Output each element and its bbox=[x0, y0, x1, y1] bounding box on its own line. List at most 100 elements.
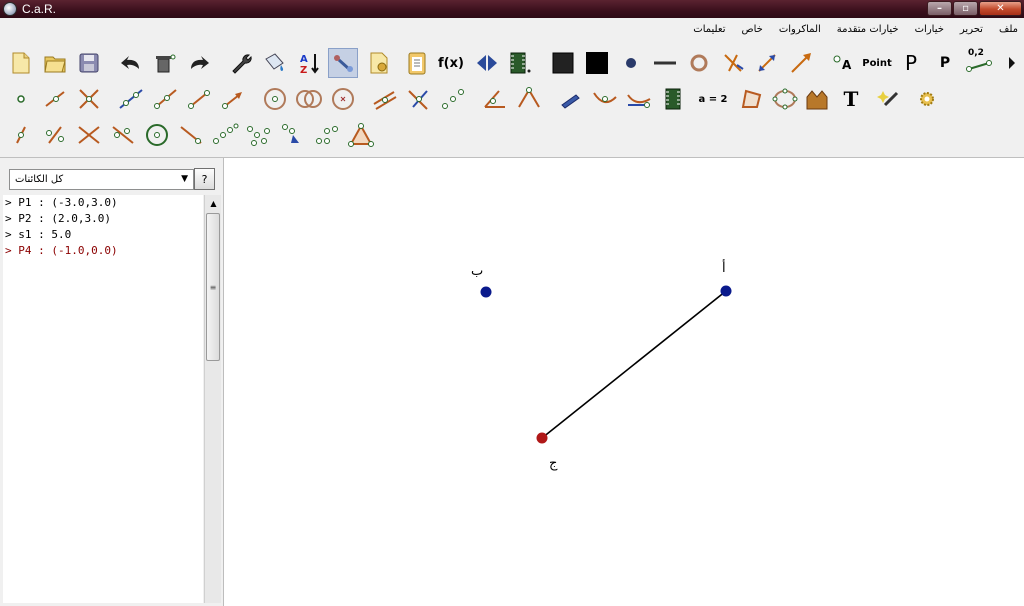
delete-object-icon[interactable] bbox=[150, 48, 180, 78]
paint-bucket-icon[interactable] bbox=[260, 48, 290, 78]
angle-tool-icon[interactable] bbox=[514, 84, 544, 114]
conic-five-points-icon[interactable] bbox=[770, 84, 800, 114]
double-arrow-icon[interactable] bbox=[752, 48, 782, 78]
menu-options[interactable]: خيارات bbox=[915, 24, 944, 35]
parallel-line-icon[interactable] bbox=[370, 84, 400, 114]
segment-two-points-icon[interactable] bbox=[184, 84, 214, 114]
point-name-label-icon[interactable]: Point bbox=[862, 48, 892, 78]
triangle-tool-icon[interactable] bbox=[346, 120, 376, 150]
sort-az-icon[interactable]: AZ bbox=[294, 48, 324, 78]
menu-file[interactable]: ملف bbox=[999, 24, 1018, 35]
object-row-p1[interactable]: > P1 : (-3.0,3.0) bbox=[3, 195, 203, 211]
vector-tool-icon[interactable] bbox=[218, 84, 248, 114]
diagonal-line-icon[interactable] bbox=[176, 120, 206, 150]
gear-settings-icon[interactable] bbox=[912, 84, 942, 114]
intersection-point-icon[interactable] bbox=[74, 84, 104, 114]
close-button[interactable]: ✕ bbox=[979, 1, 1022, 16]
menu-special[interactable]: خاص bbox=[741, 24, 762, 35]
scroll-up-arrow-icon[interactable]: ▲ bbox=[205, 195, 222, 212]
segment-tool-icon[interactable] bbox=[40, 84, 70, 114]
circle-with-point-icon[interactable] bbox=[142, 120, 172, 150]
construction-svg[interactable]: أ ب ج bbox=[225, 158, 1024, 606]
flip-arrows-icon[interactable] bbox=[472, 48, 502, 78]
scroll-thumb[interactable]: ≡ bbox=[206, 213, 220, 361]
chevron-down-icon: ▼ bbox=[181, 174, 188, 184]
segment-s1[interactable] bbox=[541, 290, 727, 439]
point-style-icon[interactable] bbox=[616, 48, 646, 78]
object-row-s1[interactable]: > s1 : 5.0 bbox=[3, 227, 203, 243]
intersection-tool-icon[interactable] bbox=[718, 48, 748, 78]
help-button[interactable]: ? bbox=[194, 168, 215, 190]
track-tool-icon[interactable] bbox=[624, 84, 654, 114]
point-label-a-icon[interactable]: A bbox=[828, 48, 858, 78]
transform-points-icon[interactable] bbox=[278, 120, 308, 150]
polygon-tool-icon[interactable] bbox=[736, 84, 766, 114]
circle-style-icon[interactable] bbox=[684, 48, 714, 78]
undo-icon[interactable] bbox=[116, 48, 146, 78]
expression-a-equals-2-icon[interactable]: a = 2 bbox=[698, 84, 728, 114]
compass-tool-icon[interactable] bbox=[6, 120, 36, 150]
menu-edit[interactable]: تحرير bbox=[960, 24, 983, 35]
title-bar: C.a.R. – ▫ ✕ bbox=[0, 0, 1024, 18]
text-tool-icon[interactable]: T bbox=[836, 84, 866, 114]
large-p-icon[interactable]: P bbox=[896, 48, 926, 78]
macro-settings-icon[interactable] bbox=[364, 48, 394, 78]
animation-film-icon[interactable] bbox=[504, 48, 534, 78]
toolbar: AZ f(x) A Point P P 0,2 a = 2 T bbox=[0, 40, 1024, 157]
new-file-icon[interactable] bbox=[6, 48, 36, 78]
object-filter-select[interactable]: كل الكائنات ▼ bbox=[9, 169, 194, 190]
locus-points-icon[interactable] bbox=[244, 120, 274, 150]
maximize-button[interactable]: ▫ bbox=[953, 1, 978, 16]
circle-three-points-icon[interactable] bbox=[328, 84, 358, 114]
minimize-button[interactable]: – bbox=[927, 1, 952, 16]
save-file-icon[interactable] bbox=[74, 48, 104, 78]
car-app-window: C.a.R. – ▫ ✕ ملف تحرير خيارات خيارات متق… bbox=[0, 0, 1024, 606]
perpendicular-line-icon[interactable] bbox=[404, 84, 434, 114]
svg-text:A: A bbox=[300, 54, 308, 65]
scattered-points-icon[interactable] bbox=[312, 120, 342, 150]
small-p-icon[interactable]: P bbox=[930, 48, 960, 78]
coordinate-values-icon[interactable]: 0,2 bbox=[964, 48, 994, 78]
line-through-points-icon[interactable] bbox=[116, 84, 146, 114]
wrench-edit-icon[interactable] bbox=[226, 48, 256, 78]
object-row-p2[interactable]: > P2 : (2.0,3.0) bbox=[3, 211, 203, 227]
vector-arrow-icon[interactable] bbox=[786, 48, 816, 78]
app-icon[interactable] bbox=[3, 2, 17, 16]
point-series-icon[interactable] bbox=[210, 120, 240, 150]
fill-square-icon[interactable] bbox=[548, 48, 578, 78]
toolbar-scroll-right-icon[interactable] bbox=[1004, 48, 1020, 78]
fixed-angle-icon[interactable] bbox=[40, 120, 70, 150]
animation-tool-icon[interactable] bbox=[658, 84, 688, 114]
angle-bisector-icon[interactable] bbox=[480, 84, 510, 114]
building-shapes-icon[interactable] bbox=[802, 84, 832, 114]
point-p2[interactable] bbox=[480, 286, 492, 298]
label-p2: ب bbox=[471, 264, 483, 279]
point-tool-icon[interactable] bbox=[6, 84, 36, 114]
redo-icon[interactable] bbox=[184, 48, 214, 78]
cross-lines-icon[interactable] bbox=[74, 120, 104, 150]
magic-wand-icon[interactable] bbox=[876, 84, 906, 114]
point-p1[interactable] bbox=[720, 285, 732, 297]
menu-bar: ملف تحرير خيارات خيارات متقدمة الماكروات… bbox=[0, 18, 1024, 40]
object-list-scrollbar[interactable]: ▲ ≡ bbox=[204, 195, 221, 603]
circle-radius-icon[interactable] bbox=[294, 84, 324, 114]
curve-tool-icon[interactable] bbox=[590, 84, 620, 114]
point-p4[interactable] bbox=[536, 432, 548, 444]
window-title: C.a.R. bbox=[22, 2, 57, 16]
clipboard-icon[interactable] bbox=[402, 48, 432, 78]
reflection-line-icon[interactable] bbox=[108, 120, 138, 150]
pencil-tool-icon[interactable] bbox=[556, 84, 586, 114]
menu-help[interactable]: تعليمات bbox=[693, 24, 725, 35]
function-fx-icon[interactable]: f(x) bbox=[436, 48, 466, 78]
menu-macros[interactable]: الماكروات bbox=[779, 24, 821, 35]
open-file-icon[interactable] bbox=[40, 48, 70, 78]
move-tool-icon[interactable] bbox=[328, 48, 358, 78]
black-square-icon[interactable] bbox=[582, 48, 612, 78]
line-style-icon[interactable] bbox=[650, 48, 680, 78]
drawing-canvas[interactable]: أ ب ج bbox=[225, 158, 1024, 606]
circle-center-point-icon[interactable] bbox=[260, 84, 290, 114]
midpoint-icon[interactable] bbox=[438, 84, 468, 114]
ray-tool-icon[interactable] bbox=[150, 84, 180, 114]
menu-advanced-options[interactable]: خيارات متقدمة bbox=[837, 24, 899, 35]
object-row-p4[interactable]: > P4 : (-1.0,0.0) bbox=[3, 243, 203, 259]
